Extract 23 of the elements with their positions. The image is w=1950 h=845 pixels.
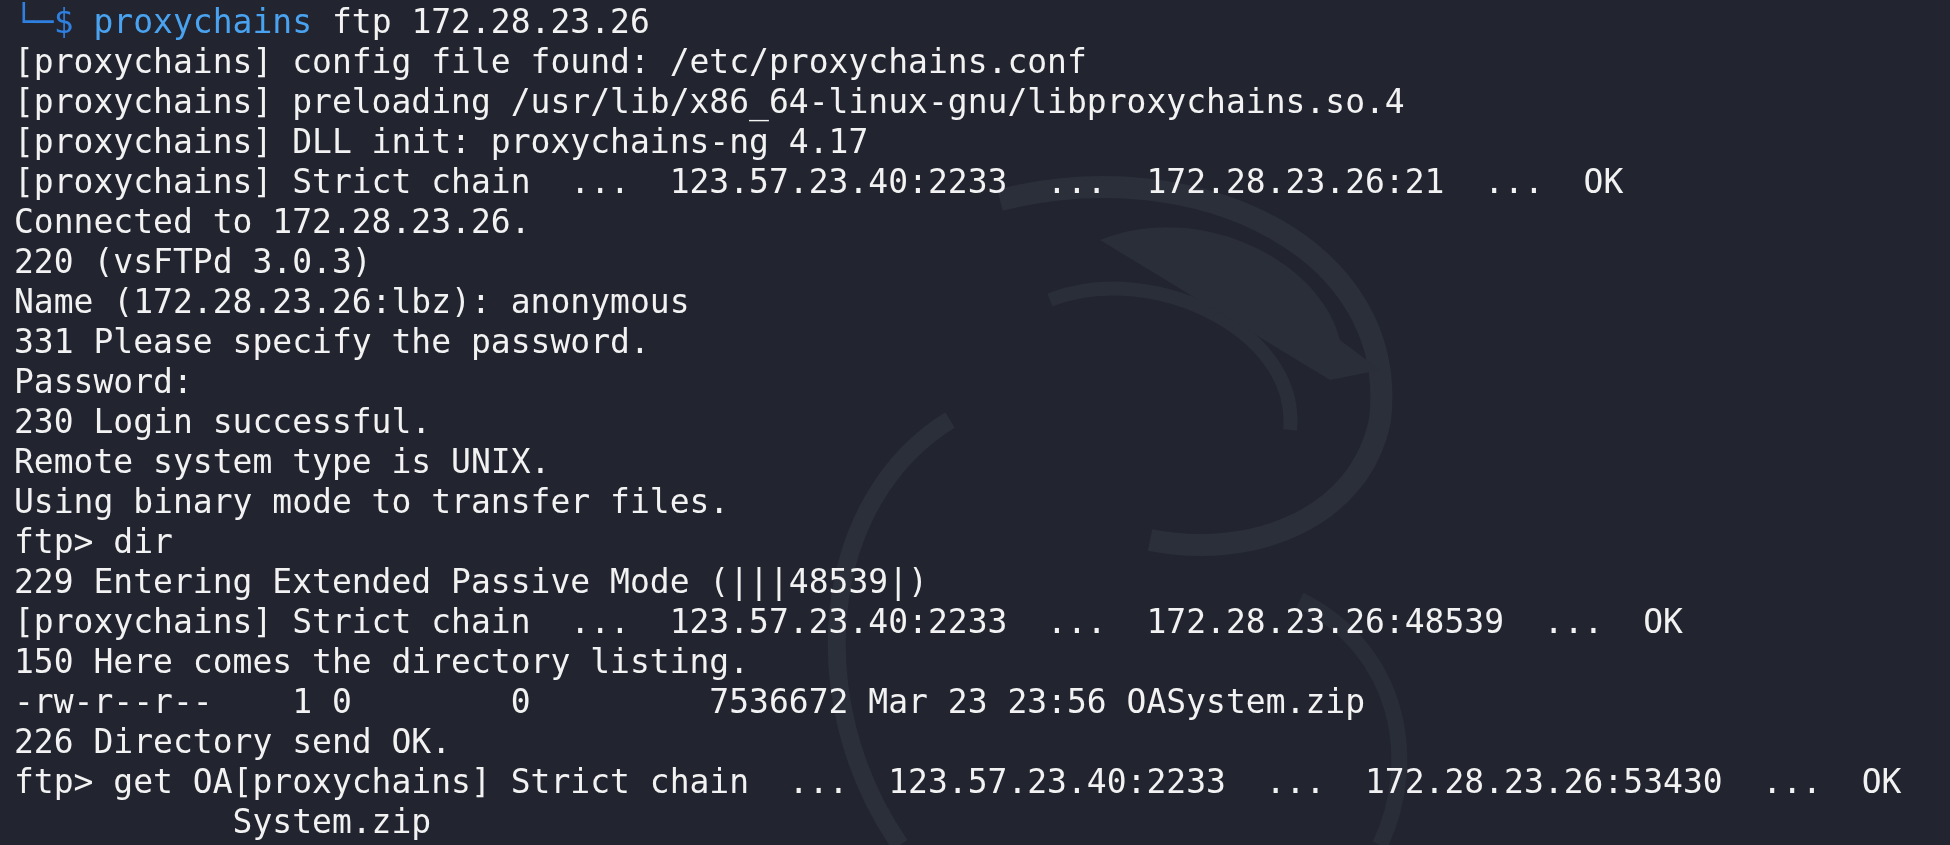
output-line: 220 (vsFTPd 3.0.3) bbox=[14, 242, 372, 281]
output-line: Name (172.28.23.26:lbz): anonymous bbox=[14, 282, 690, 321]
output-line: 229 Entering Extended Passive Mode (|||48539|) bbox=[14, 562, 928, 601]
output-line: 150 Here comes the directory listing. bbox=[14, 642, 750, 681]
output-line: Remote system type is UNIX. bbox=[14, 442, 551, 481]
command-arguments: ftp 172.28.23.26 bbox=[331, 2, 650, 41]
output-line: [proxychains] DLL init: proxychains-ng 4.17 bbox=[14, 122, 869, 161]
output-line: Password: bbox=[14, 362, 193, 401]
output-line: Connected to 172.28.23.26. bbox=[14, 202, 531, 241]
output-line: ftp> dir bbox=[14, 522, 173, 561]
output-line: [proxychains] config file found: /etc/proxychains.conf bbox=[14, 42, 1087, 81]
output-line: Using binary mode to transfer files. bbox=[14, 482, 730, 521]
command-name: proxychains bbox=[93, 2, 313, 41]
output-line: System.zip bbox=[231, 802, 432, 841]
output-line: [proxychains] preloading /usr/lib/x86_64-linux-gnu/libproxychains.so.4 bbox=[14, 82, 1405, 121]
output-line: 226 Directory send OK. bbox=[14, 722, 452, 761]
output-line: ftp> get OA[proxychains] Strict chain ... 123.57.23.40:2233 ... 172.28.23.26:53430 ... OK bbox=[14, 762, 1902, 801]
output-line: [proxychains] Strict chain ... 123.57.23.40:2233 ... 172.28.23.26:48539 ... OK bbox=[14, 602, 1683, 641]
output-line: 230 Login successful. bbox=[14, 402, 432, 441]
output-line: [proxychains] Strict chain ... 123.57.23.40:2233 ... 172.28.23.26:21 ... OK bbox=[14, 162, 1624, 201]
output-line: 331 Please specify the password. bbox=[14, 322, 650, 361]
prompt-symbol: └─$ bbox=[14, 2, 74, 41]
output-line: -rw-r--r-- 1 0 0 7536672 Mar 23 23:56 OASystem.zip bbox=[14, 682, 1365, 721]
